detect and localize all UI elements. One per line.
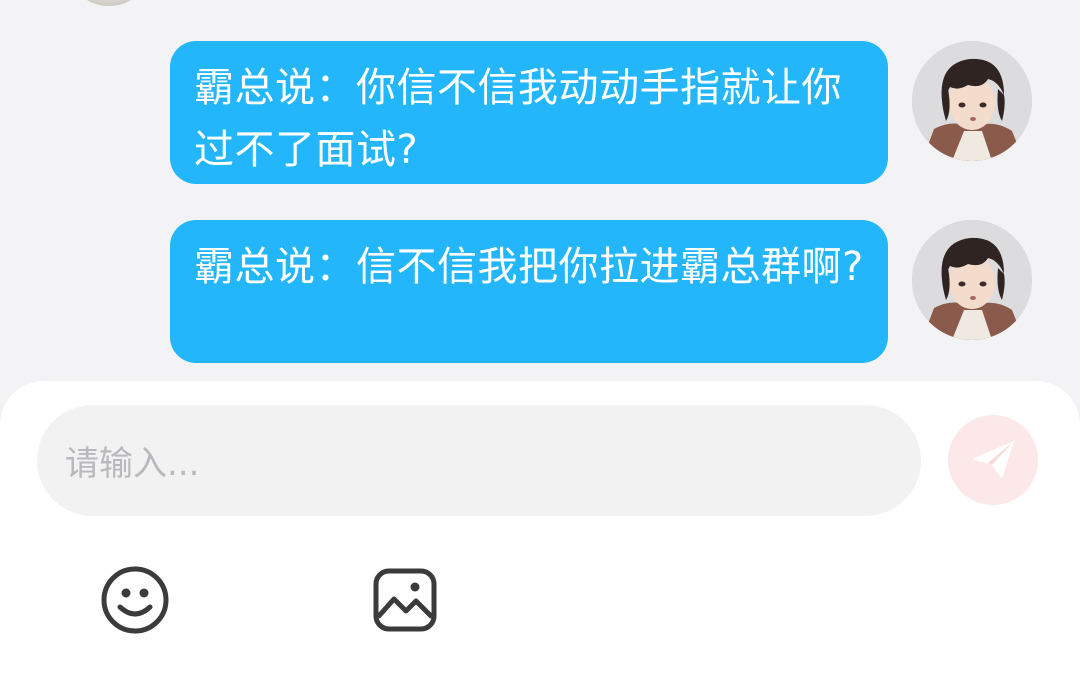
composer-panel: 请输入... (0, 381, 1080, 685)
chat-screen: 霸总说：你信不信我动动手指就让你过不了面试? 霸总说：信不信我把你拉进霸总群啊? (0, 0, 1080, 685)
emoji-icon (101, 566, 169, 634)
input-placeholder: 请输入... (65, 444, 200, 484)
user-avatar[interactable] (912, 41, 1032, 161)
user-avatar[interactable] (912, 220, 1032, 340)
partial-avatar (70, 0, 148, 6)
message-bubble[interactable]: 霸总说：信不信我把你拉进霸总群啊? (170, 220, 888, 363)
send-icon (972, 441, 1014, 479)
send-button[interactable] (948, 415, 1038, 505)
message-bubble[interactable]: 霸总说：你信不信我动动手指就让你过不了面试? (170, 41, 888, 184)
emoji-button[interactable] (100, 565, 170, 635)
image-icon (373, 568, 437, 632)
message-input[interactable]: 请输入... (37, 405, 921, 516)
image-button[interactable] (370, 565, 440, 635)
